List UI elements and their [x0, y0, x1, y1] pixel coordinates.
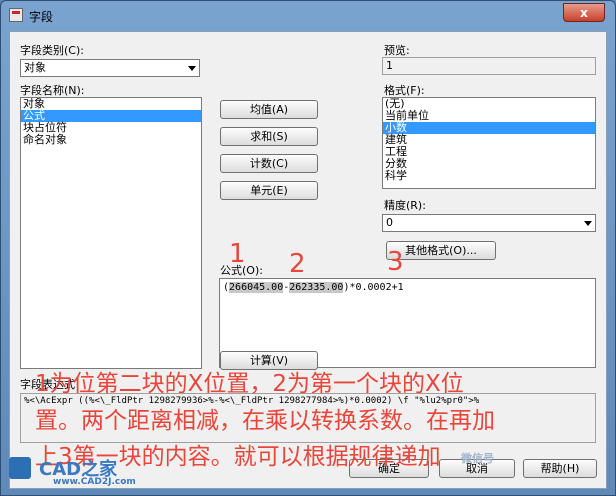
- format-list[interactable]: (无) 当前单位 小数 建筑 工程 分数 科学: [382, 97, 596, 189]
- annotation-number-2: 2: [289, 249, 306, 279]
- list-item[interactable]: 当前单位: [383, 110, 595, 122]
- average-button[interactable]: 均值(A): [220, 100, 318, 119]
- chevron-down-icon[interactable]: [584, 221, 592, 226]
- title-bar: 字段 x: [1, 1, 615, 31]
- evaluate-button[interactable]: 计算(V): [220, 351, 318, 370]
- precision-label: 精度(R):: [384, 199, 426, 212]
- list-item[interactable]: 小数: [383, 122, 595, 134]
- chevron-down-icon[interactable]: [188, 66, 196, 71]
- precision-value: 0: [386, 216, 393, 229]
- field-names-label: 字段名称(N):: [20, 84, 85, 97]
- watermark-wechat: 微信号: [461, 452, 494, 465]
- preview-label: 预览:: [384, 44, 410, 57]
- field-dialog: 字段 x 字段类别(C): 对象 字段名称(N): 对象 公式 块占位符 命名对…: [0, 0, 616, 496]
- window-title: 字段: [29, 10, 54, 24]
- formula-part1: 266045.00: [229, 282, 284, 293]
- list-item[interactable]: 对象: [21, 98, 201, 110]
- list-item[interactable]: 工程: [383, 146, 595, 158]
- app-icon: [9, 8, 23, 22]
- watermark-url: www.CAD2J.com: [53, 477, 136, 487]
- annotation-line-1: 1为位第二块的X位置，2为第一个块的X位: [35, 371, 464, 397]
- field-category-value: 对象: [24, 61, 46, 74]
- cell-button[interactable]: 单元(E): [220, 181, 318, 200]
- field-names-list[interactable]: 对象 公式 块占位符 命名对象: [20, 97, 202, 369]
- close-button[interactable]: x: [563, 3, 605, 22]
- format-label: 格式(F):: [384, 84, 425, 97]
- annotation-number-1: 1: [229, 239, 246, 269]
- list-item[interactable]: 分数: [383, 158, 595, 170]
- field-category-label: 字段类别(C):: [20, 44, 84, 57]
- list-item[interactable]: 科学: [383, 170, 595, 182]
- formula-part2: 262335.00: [289, 282, 344, 293]
- annotation-line-2: 置。两个距离相减，在乘以转换系数。在再加: [35, 408, 495, 434]
- list-item[interactable]: 建筑: [383, 134, 595, 146]
- sum-button[interactable]: 求和(S): [220, 127, 318, 146]
- help-button[interactable]: 帮助(H): [523, 459, 597, 478]
- annotation-number-3: 3: [387, 247, 404, 277]
- precision-select[interactable]: 0: [382, 214, 596, 232]
- formula-rest: )*0.0002+1: [343, 282, 404, 293]
- preview-field: 1: [382, 57, 596, 75]
- logo-icon: [9, 457, 31, 479]
- list-item[interactable]: 命名对象: [21, 134, 201, 146]
- field-category-select[interactable]: 对象: [20, 59, 200, 77]
- count-button[interactable]: 计数(C): [220, 154, 318, 173]
